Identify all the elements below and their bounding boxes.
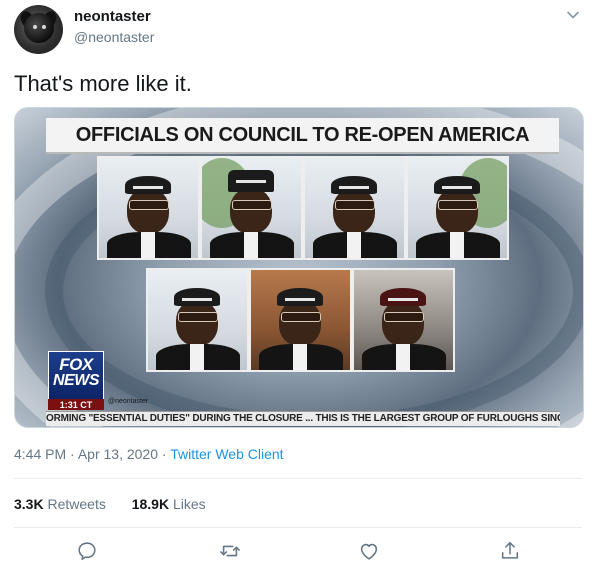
tweet: neontaster @neontaster That's more like … [0, 0, 599, 570]
avatar-dog-eye [42, 25, 46, 29]
retweets-label: Retweets [47, 496, 106, 512]
divider [14, 527, 582, 528]
tweet-stats: 3.3K Retweets 18.9K Likes [14, 496, 206, 512]
user-handle[interactable]: @neontaster [74, 29, 154, 45]
tweet-source-link[interactable]: Twitter Web Client [170, 446, 283, 462]
meta-separator: · [70, 446, 75, 462]
pallbearer-shirt [347, 232, 361, 258]
fox-news-logo: FOX NEWS [48, 351, 104, 400]
news-headline: OFFICIALS ON COUNCIL TO RE-OPEN AMERICA [46, 118, 559, 154]
pallbearer-glasses [281, 312, 321, 322]
pallbearer-photo [406, 156, 509, 260]
avatar-dog-eye [33, 25, 37, 29]
pallbearer-face [333, 188, 375, 234]
news-ticker: ORMING "ESSENTIAL DUTIES" DURING THE CLO… [46, 411, 560, 426]
share-icon[interactable] [499, 540, 523, 564]
pallbearer-face [279, 300, 321, 346]
pallbearer-face [127, 188, 169, 234]
pallbearer-glasses [335, 200, 375, 210]
pallbearer-shirt [450, 232, 464, 258]
tweet-metadata: 4:44 PM · Apr 13, 2020 · Twitter Web Cli… [14, 446, 284, 462]
tweet-text: That's more like it. [14, 71, 192, 96]
pallbearer-cap [277, 288, 323, 306]
broadcast-clock: 1:31 CT [48, 399, 104, 410]
pallbearer-glasses [178, 312, 218, 322]
tweet-date[interactable]: Apr 13, 2020 [78, 446, 158, 462]
logo-line-2: NEWS [53, 372, 100, 389]
pallbearer-photo [303, 156, 406, 260]
reply-icon[interactable] [76, 540, 100, 564]
divider [14, 478, 582, 479]
heart-icon[interactable] [358, 540, 382, 564]
pallbearer-photo [97, 156, 200, 260]
pallbearer-cap [331, 176, 377, 194]
pallbearer-glasses [129, 200, 169, 210]
meta-separator: · [161, 446, 167, 462]
pallbearer-shirt [141, 232, 155, 258]
retweet-icon[interactable] [219, 540, 243, 564]
tweet-actions [0, 540, 599, 566]
logo-line-1: FOX [59, 355, 93, 374]
pallbearer-face [382, 300, 424, 346]
likes-label: Likes [172, 496, 206, 512]
retweets-count: 3.3K [14, 496, 44, 512]
pallbearer-photo [249, 268, 352, 372]
pallbearer-photo [146, 268, 249, 372]
tweet-media-image[interactable]: OFFICIALS ON COUNCIL TO RE-OPEN AMERICA [14, 107, 584, 428]
pallbearer-cap [125, 176, 171, 194]
pallbearer-glasses [438, 200, 478, 210]
likes-stat[interactable]: 18.9K Likes [132, 496, 206, 512]
pallbearer-shirt [190, 344, 204, 370]
pallbearer-face [436, 188, 478, 234]
tweet-time[interactable]: 4:44 PM [14, 446, 66, 462]
pallbearer-face [230, 188, 272, 234]
pallbearer-cap [174, 288, 220, 306]
pallbearer-glasses [384, 312, 424, 322]
likes-count: 18.9K [131, 496, 170, 512]
pallbearer-photo [352, 268, 455, 372]
pallbearer-shirt [396, 344, 410, 370]
pallbearer-shirt [244, 232, 258, 258]
pallbearer-cap [380, 288, 426, 306]
pallbearer-face [176, 300, 218, 346]
pallbearer-top-hat [228, 170, 274, 192]
retweets-stat[interactable]: 3.3K Retweets [14, 496, 110, 512]
pallbearer-cap [434, 176, 480, 194]
pallbearer-glasses [232, 200, 272, 210]
avatar[interactable] [14, 5, 63, 54]
avatar-dog-head [24, 13, 54, 43]
display-name[interactable]: neontaster [74, 8, 151, 25]
chevron-down-icon[interactable] [566, 8, 580, 22]
pallbearer-shirt [293, 344, 307, 370]
pallbearer-photo [200, 156, 303, 260]
image-watermark: @neontaster [108, 398, 149, 405]
